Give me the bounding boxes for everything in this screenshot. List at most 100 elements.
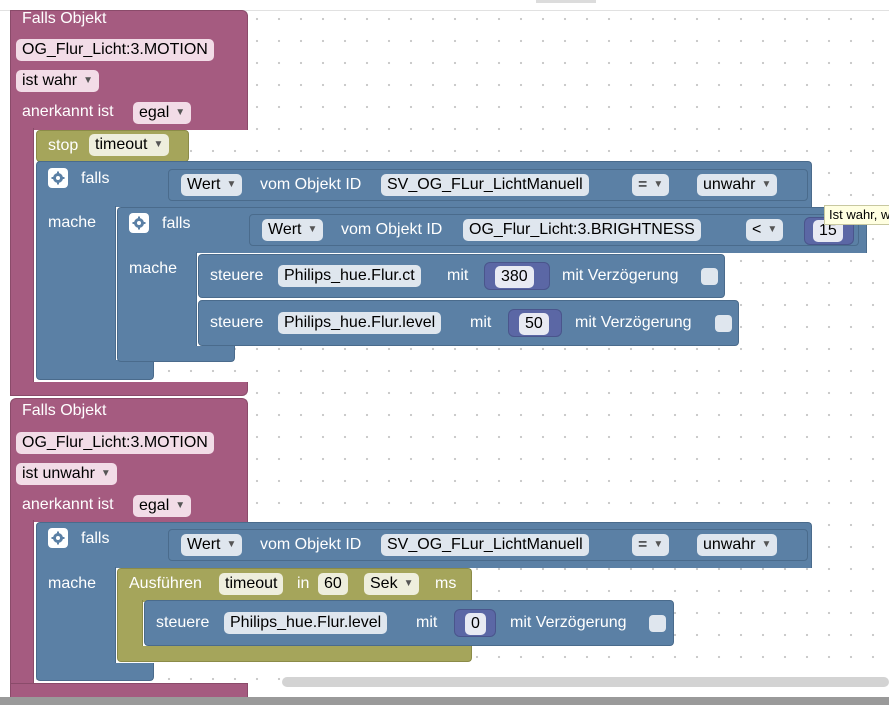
gear-icon[interactable] <box>48 528 68 548</box>
mache-label: mache <box>48 575 97 592</box>
object-id-field[interactable]: SV_OG_FLur_LichtManuell <box>381 174 589 196</box>
if-block-1-footer <box>36 360 154 380</box>
control-label: steuere <box>210 314 264 331</box>
ack-dropdown[interactable]: egal ▼ <box>133 495 192 517</box>
ack-dropdown[interactable]: egal ▼ <box>133 102 192 124</box>
event-block-1-spine <box>10 128 34 396</box>
delay-label: mit Verzögerung <box>575 314 692 331</box>
gear-icon[interactable] <box>48 168 68 188</box>
object-id-field[interactable]: OG_Flur_Licht:3.BRIGHTNESS <box>463 219 701 241</box>
boolean-dropdown[interactable]: unwahr ▼ <box>697 174 778 196</box>
falls-label: falls <box>162 215 191 232</box>
timeout-block-spine <box>117 600 143 650</box>
ack-value: egal <box>139 497 170 514</box>
horizontal-scrollbar[interactable] <box>282 677 889 687</box>
bottom-border <box>0 697 889 705</box>
mache-label: mache <box>129 260 178 277</box>
condition-value: ist wahr <box>22 72 78 89</box>
number-block[interactable]: 0 <box>454 609 496 637</box>
chevron-down-icon: ▼ <box>153 139 164 150</box>
if-block-1-spine <box>36 222 116 362</box>
operator-dropdown[interactable]: = ▼ <box>632 534 670 556</box>
if-block-2-footer <box>117 346 235 362</box>
condition-dropdown[interactable]: ist unwahr ▼ <box>16 463 117 485</box>
value-dropdown[interactable]: Wert ▼ <box>181 534 243 556</box>
value-dropdown-label: Wert <box>187 176 221 193</box>
gear-icon[interactable] <box>129 213 149 233</box>
chevron-down-icon: ▼ <box>307 224 318 235</box>
chevron-down-icon: ▼ <box>761 539 772 550</box>
chevron-down-icon: ▼ <box>767 224 778 235</box>
number-field[interactable]: 50 <box>519 313 549 335</box>
delay-field[interactable]: 60 <box>318 573 348 595</box>
chevron-down-icon: ▼ <box>175 500 186 511</box>
condition-dropdown[interactable]: ist wahr ▼ <box>16 70 100 92</box>
number-field[interactable]: 380 <box>495 266 534 288</box>
boolean-value: unwahr <box>703 536 756 553</box>
chevron-down-icon: ▼ <box>83 75 94 86</box>
timeout-dropdown[interactable]: timeout ▼ <box>89 134 170 156</box>
stop-label: stop <box>48 137 79 154</box>
control-target-field[interactable]: Philips_hue.Flur.ct <box>278 265 421 287</box>
tooltip: Ist wahr, w <box>824 205 889 225</box>
from-object-label: vom Objekt ID <box>260 536 362 553</box>
checkbox-icon[interactable] <box>649 615 666 632</box>
boolean-value: unwahr <box>703 176 756 193</box>
chevron-down-icon: ▼ <box>175 107 186 118</box>
blockly-workspace[interactable]: Falls Objekt OG_Flur_Licht:3.MOTION ist … <box>0 0 889 697</box>
chevron-down-icon: ▼ <box>226 179 237 190</box>
event-block-2-footer <box>10 683 248 697</box>
with-label: mit <box>416 614 438 631</box>
from-object-label: vom Objekt ID <box>260 176 362 193</box>
operator-value: = <box>638 536 648 553</box>
operator-value: = <box>638 176 648 193</box>
execute-label: Ausführen <box>129 575 202 592</box>
timeout-block-footer <box>117 646 472 662</box>
operator-dropdown[interactable]: = ▼ <box>632 174 670 196</box>
value-dropdown[interactable]: Wert ▼ <box>262 219 324 241</box>
delay-label: mit Verzögerung <box>510 614 627 631</box>
if-block-3-footer <box>36 663 154 681</box>
control-target-field[interactable]: Philips_hue.Flur.level <box>278 312 442 334</box>
value-dropdown[interactable]: Wert ▼ <box>181 174 243 196</box>
operator-dropdown[interactable]: < ▼ <box>746 219 784 241</box>
with-label: mit <box>470 314 492 331</box>
toolbar-indicator <box>536 0 596 3</box>
ack-value: egal <box>139 104 170 121</box>
from-object-label: vom Objekt ID <box>341 221 443 238</box>
timeout-name-field[interactable]: timeout <box>219 573 284 595</box>
object-id-field[interactable]: OG_Flur_Licht:3.MOTION <box>16 39 214 61</box>
ack-label: anerkannt ist <box>22 103 114 120</box>
condition-value: ist unwahr <box>22 465 95 482</box>
object-id-field[interactable]: OG_Flur_Licht:3.MOTION <box>16 432 214 454</box>
with-label: mit <box>447 267 469 284</box>
chevron-down-icon: ▼ <box>761 179 772 190</box>
chevron-down-icon: ▼ <box>653 539 664 550</box>
operator-value: < <box>752 221 762 238</box>
control-label: steuere <box>210 267 264 284</box>
checkbox-icon[interactable] <box>701 268 718 285</box>
in-label: in <box>297 575 310 592</box>
ms-label: ms <box>435 575 457 592</box>
delay-label: mit Verzögerung <box>562 267 679 284</box>
object-id-field[interactable]: SV_OG_FLur_LichtManuell <box>381 534 589 556</box>
value-dropdown-label: Wert <box>268 221 302 238</box>
chevron-down-icon: ▼ <box>226 539 237 550</box>
boolean-dropdown[interactable]: unwahr ▼ <box>697 534 778 556</box>
number-block[interactable]: 380 <box>484 262 550 290</box>
event-block-1-footer <box>10 382 248 396</box>
chevron-down-icon: ▼ <box>100 468 111 479</box>
checkbox-icon[interactable] <box>715 315 732 332</box>
unit-value: Sek <box>370 575 398 592</box>
mache-label: mache <box>48 214 97 231</box>
number-field[interactable]: 0 <box>465 613 486 635</box>
number-block[interactable]: 50 <box>508 309 562 337</box>
control-target-field[interactable]: Philips_hue.Flur.level <box>224 612 388 634</box>
unit-dropdown[interactable]: Sek ▼ <box>364 573 420 595</box>
event-title: Falls Objekt <box>22 10 107 27</box>
event-title: Falls Objekt <box>22 402 107 419</box>
falls-label: falls <box>81 530 110 547</box>
chevron-down-icon: ▼ <box>653 179 664 190</box>
value-dropdown-label: Wert <box>187 536 221 553</box>
chevron-down-icon: ▼ <box>403 578 414 589</box>
